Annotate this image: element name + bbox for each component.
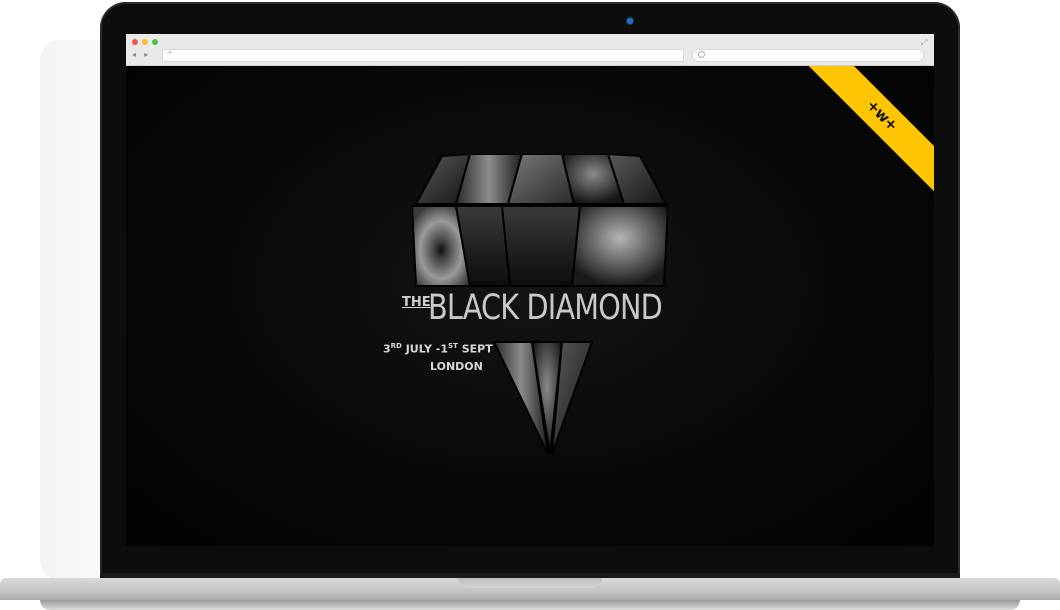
start-day: 3 [383, 342, 391, 356]
end-day-suffix: ST [448, 342, 458, 350]
laptop-notch [458, 578, 602, 588]
search-icon [698, 51, 705, 58]
laptop-screen: ◂ ▸ + ⤢ +w+ THE BLACK DIAMOND 3RD JULY -… [126, 34, 934, 546]
event-city: LONDON [430, 360, 483, 373]
event-dates: 3RD JULY -1ST SEPT [383, 342, 493, 356]
start-day-suffix: RD [390, 342, 402, 350]
title-prefix: THE [402, 295, 431, 310]
close-window-button[interactable] [132, 39, 138, 45]
start-month: JULY -1 [401, 342, 449, 356]
site-title: BLACK DIAMOND [428, 288, 663, 328]
corner-ribbon[interactable]: +w+ [799, 66, 934, 201]
website-page: +w+ THE BLACK DIAMOND 3RD JULY -1ST SEPT… [126, 66, 934, 546]
maximize-window-button[interactable] [152, 39, 158, 45]
address-bar[interactable]: + [162, 48, 684, 62]
end-month: SEPT [457, 342, 493, 356]
browser-search-field[interactable] [692, 49, 924, 62]
add-tab-icon[interactable]: + [167, 48, 173, 59]
fullscreen-icon[interactable]: ⤢ [921, 38, 927, 48]
browser-toolbar: ◂ ▸ + ⤢ [126, 34, 934, 66]
webcam-icon [627, 18, 633, 24]
minimize-window-button[interactable] [142, 39, 148, 45]
ribbon-band [808, 66, 934, 201]
laptop-base-edge [40, 600, 1020, 610]
back-forward-buttons[interactable]: ◂ ▸ [132, 50, 151, 59]
